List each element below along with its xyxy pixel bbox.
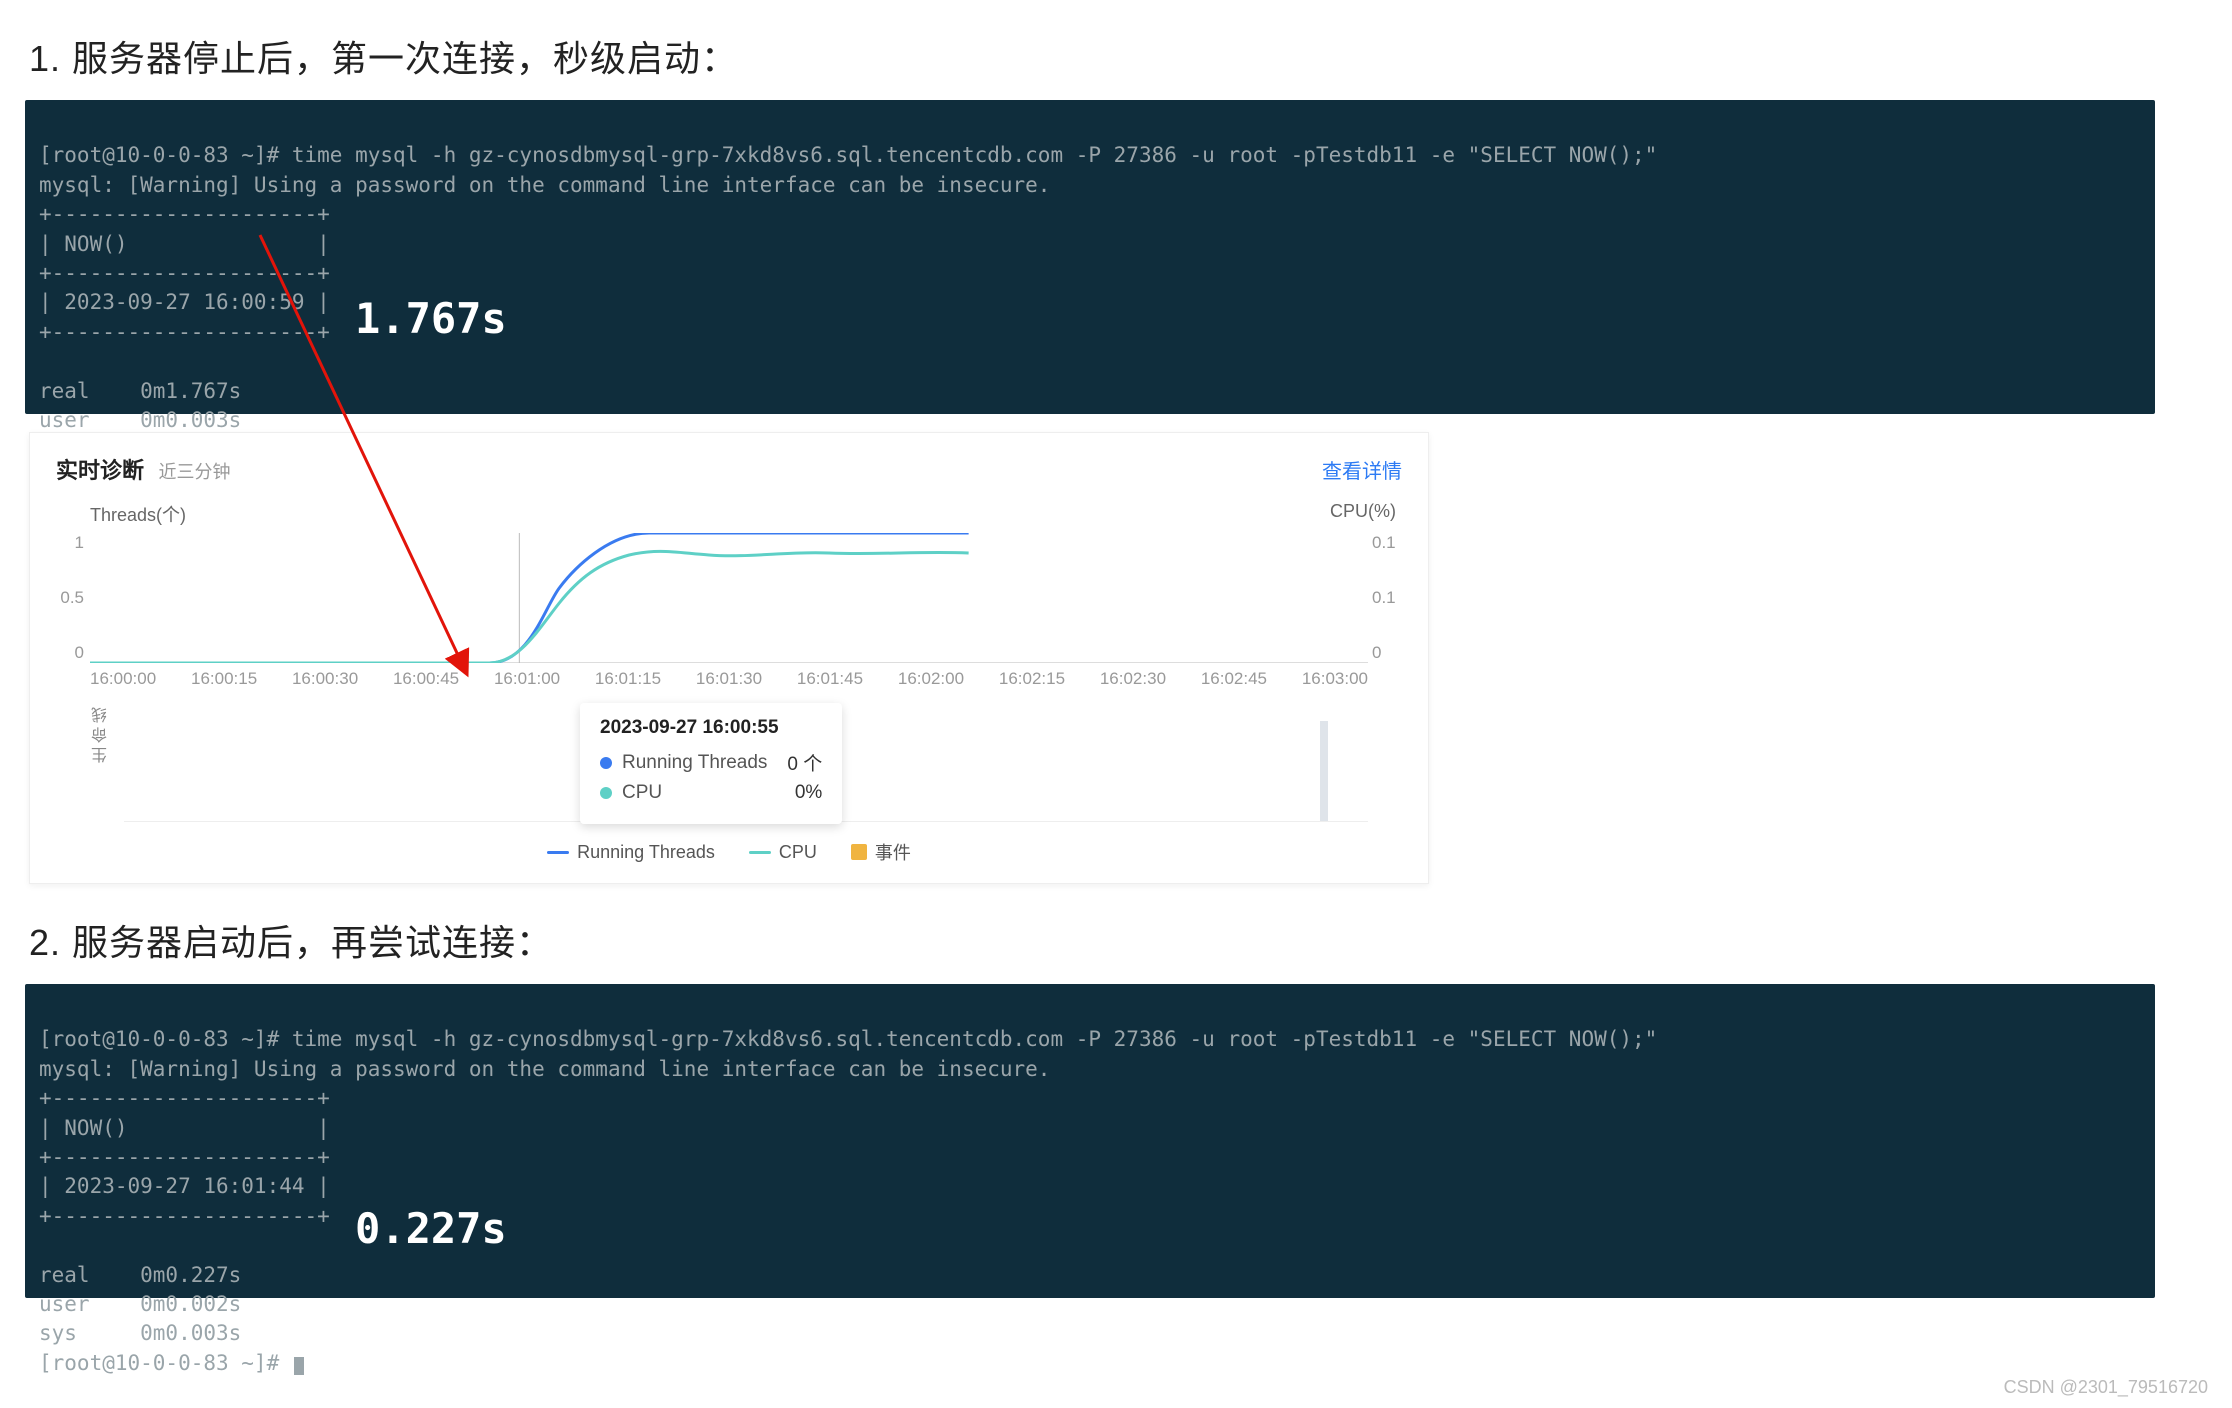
- term1-user: user 0m0.003s: [39, 408, 241, 432]
- y-axis-left-label: Threads(个): [90, 501, 186, 527]
- tt-row1-val: 0 个: [767, 749, 822, 776]
- term1-cmd: [root@10-0-0-83 ~]# time mysql -h gz-cyn…: [39, 143, 1657, 167]
- elapsed-time-2: 0.227s: [355, 1200, 507, 1259]
- y-ticks-right: 0.1 0.1 0: [1372, 533, 1412, 663]
- term2-user: user 0m0.002s: [39, 1292, 241, 1316]
- term2-prompt: [root@10-0-0-83 ~]#: [39, 1351, 292, 1375]
- dot-icon: [600, 757, 612, 769]
- lifeline-label: 生命线: [90, 703, 114, 763]
- legend-box-icon: [851, 844, 867, 860]
- event-marker-icon: [1320, 721, 1328, 821]
- chart-plot-area: 1 0.5 0 0.1 0.1 0: [90, 533, 1368, 663]
- tt-row2-name: CPU: [622, 782, 662, 804]
- view-details-link[interactable]: 查看详情: [1322, 455, 1402, 484]
- term1-sep2: +---------------------+: [39, 261, 330, 285]
- x-axis-ticks: 16:00:00 16:00:15 16:00:30 16:00:45 16:0…: [90, 669, 1368, 689]
- card-subtitle: 近三分钟: [158, 462, 230, 482]
- term1-hdr: | NOW() |: [39, 232, 330, 256]
- elapsed-time-1: 1.767s: [355, 290, 507, 349]
- term2-sep3: +---------------------+: [39, 1204, 330, 1228]
- chart-legend: Running Threads CPU 事件: [56, 839, 1402, 865]
- term2-val: | 2023-09-27 16:01:44 |: [39, 1174, 330, 1198]
- term2-real: real 0m0.227s: [39, 1263, 241, 1287]
- csdn-watermark: CSDN @2301_79516720: [2004, 1377, 2208, 1398]
- term1-sep1: +---------------------+: [39, 202, 330, 226]
- terminal-1: [root@10-0-0-83 ~]# time mysql -h gz-cyn…: [25, 100, 2155, 414]
- term2-sep2: +---------------------+: [39, 1145, 330, 1169]
- term2-hdr: | NOW() |: [39, 1116, 330, 1140]
- section-2-title: 2. 服务器启动后，再尝试连接：: [29, 914, 2155, 966]
- tooltip-time: 2023-09-27 16:00:55: [600, 717, 822, 739]
- chart-svg: [90, 533, 1368, 663]
- card-title: 实时诊断: [56, 458, 144, 483]
- term1-sep3: +---------------------+: [39, 320, 330, 344]
- term1-val: | 2023-09-27 16:00:59 |: [39, 290, 330, 314]
- term2-warn: mysql: [Warning] Using a password on the…: [39, 1057, 1050, 1081]
- term1-real: real 0m1.767s: [39, 379, 241, 403]
- y-ticks-left: 1 0.5 0: [50, 533, 84, 663]
- tt-row2-val: 0%: [775, 782, 822, 804]
- cursor-icon: [294, 1357, 304, 1375]
- chart-tooltip: 2023-09-27 16:00:55 Running Threads 0 个 …: [580, 703, 842, 824]
- y-axis-right-label: CPU(%): [1330, 501, 1396, 527]
- section-1-title: 1. 服务器停止后，第一次连接，秒级启动：: [29, 30, 2155, 82]
- legend-line-icon: [749, 851, 771, 854]
- term2-cmd: [root@10-0-0-83 ~]# time mysql -h gz-cyn…: [39, 1027, 1657, 1051]
- term1-warn: mysql: [Warning] Using a password on the…: [39, 173, 1050, 197]
- diagnostics-chart-card: 实时诊断 近三分钟 查看详情 Threads(个) CPU(%) 1 0.5 0…: [29, 432, 1429, 884]
- terminal-2: [root@10-0-0-83 ~]# time mysql -h gz-cyn…: [25, 984, 2155, 1298]
- term2-sep1: +---------------------+: [39, 1086, 330, 1110]
- tt-row1-name: Running Threads: [622, 752, 767, 774]
- legend-line-icon: [547, 851, 569, 854]
- term2-sys: sys 0m0.003s: [39, 1321, 241, 1345]
- dot-icon: [600, 787, 612, 799]
